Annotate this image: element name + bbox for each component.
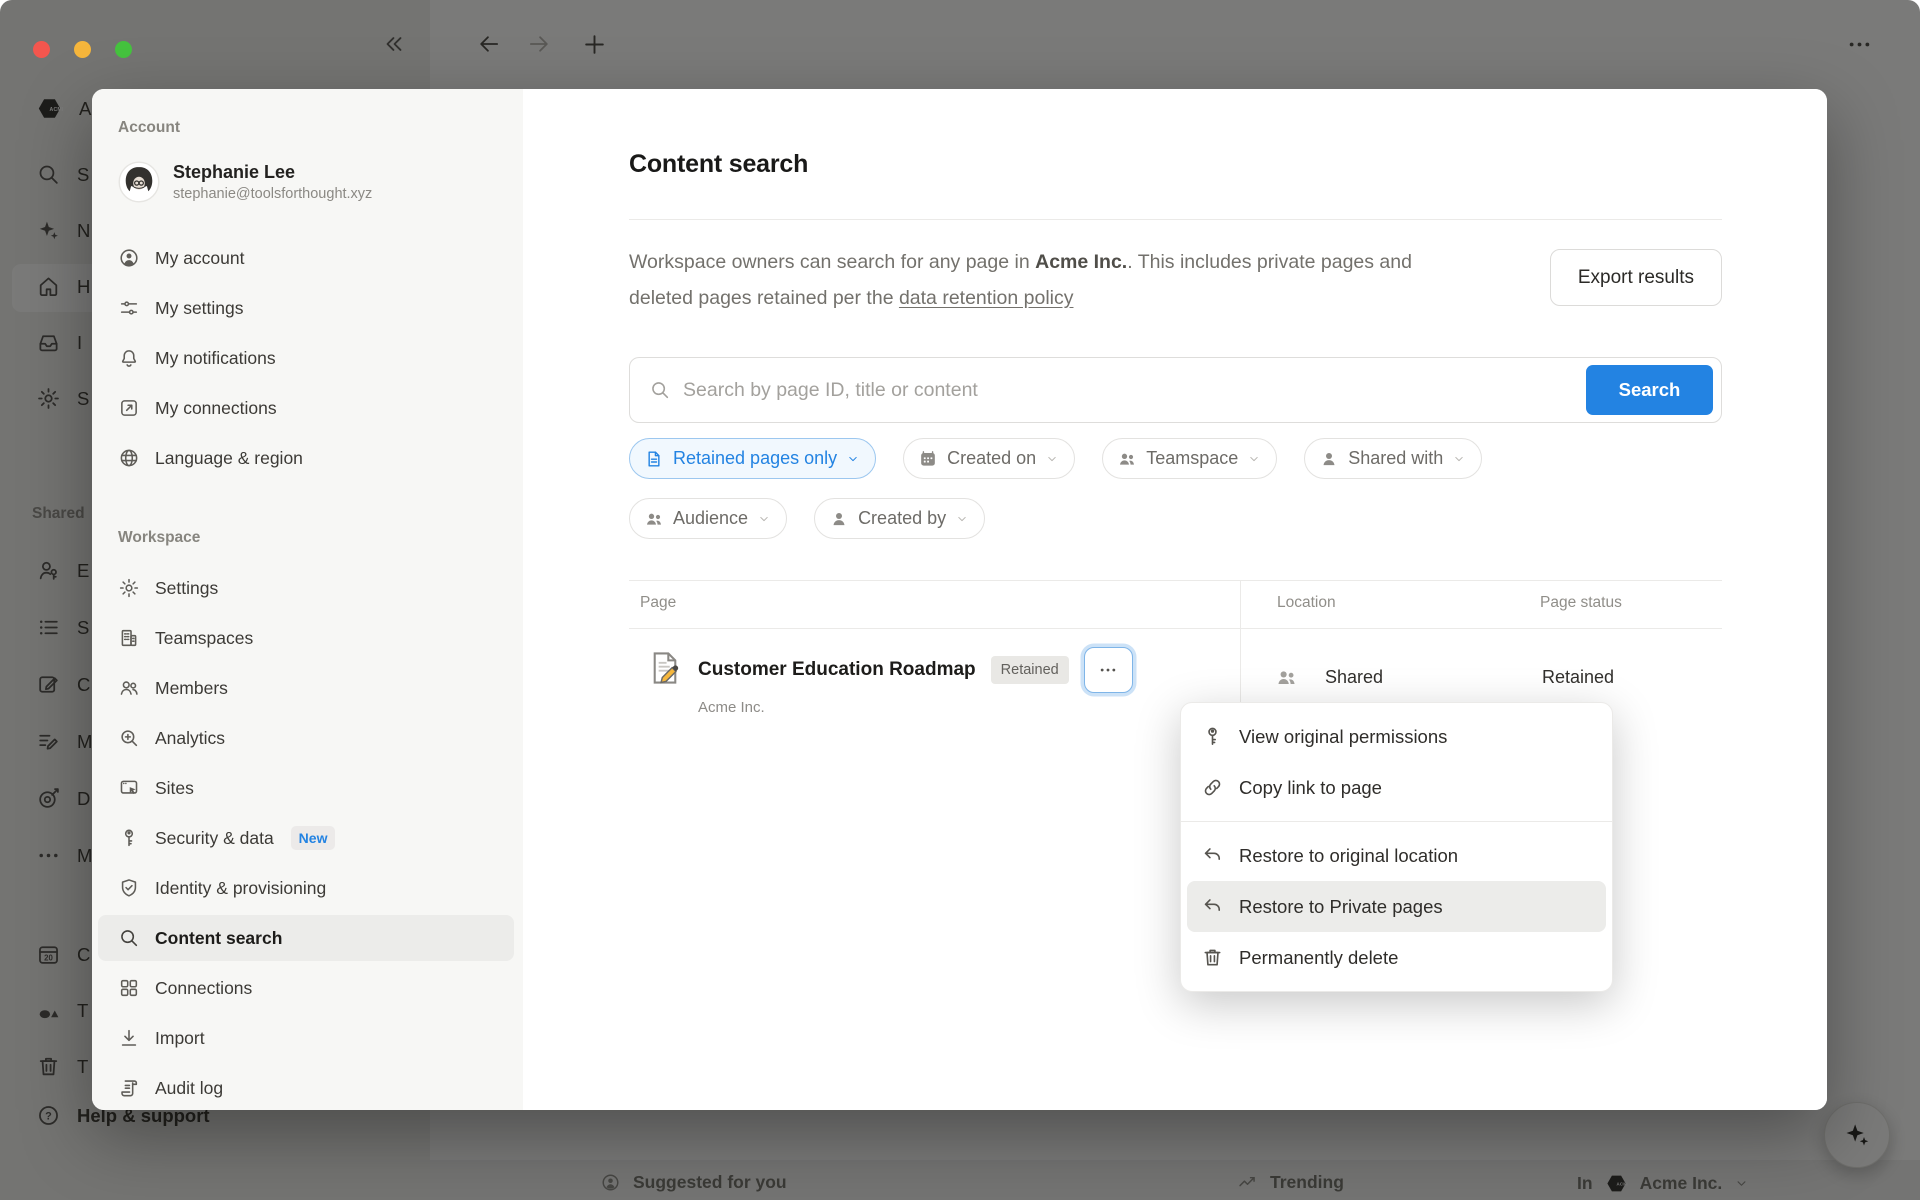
menu-item-permanently-delete[interactable]: Permanently delete — [1187, 932, 1606, 983]
avatar — [118, 161, 160, 203]
table-border — [629, 580, 1722, 581]
chevron-down-icon — [757, 512, 771, 526]
sidebar-item-my-notifications[interactable]: My notifications — [98, 335, 514, 381]
settings-content: Content search Workspace owners can sear… — [523, 89, 1827, 1110]
content-search-bar[interactable]: Search — [629, 357, 1722, 423]
page-row-workspace: Acme Inc. — [698, 699, 1133, 716]
sidebar-item-identity-provisioning[interactable]: Identity & provisioning — [98, 865, 514, 911]
close-window-button[interactable] — [33, 41, 50, 58]
key-icon — [1201, 725, 1224, 748]
minimize-window-button[interactable] — [74, 41, 91, 58]
retained-badge: Retained — [991, 656, 1069, 684]
sidebar-item-connections[interactable]: Connections — [98, 965, 514, 1011]
sidebar-item-audit-log[interactable]: Audit log — [98, 1065, 514, 1110]
undo-arrow-icon — [1201, 844, 1224, 867]
workspace-section-label: Workspace — [118, 529, 200, 547]
sidebar-item-my-account[interactable]: My account — [98, 235, 514, 281]
table-border — [629, 628, 1722, 629]
page-status-cell: Retained — [1542, 657, 1614, 697]
chevron-down-icon — [1452, 452, 1466, 466]
data-retention-policy-link[interactable]: data retention policy — [899, 287, 1074, 309]
key-icon — [118, 827, 140, 849]
page-document-icon — [646, 649, 684, 687]
new-badge: New — [291, 826, 336, 850]
filter-shared-with[interactable]: Shared with — [1304, 438, 1482, 479]
settings-sidebar: Account Stephanie Lee stephanie@toolsfor… — [92, 89, 523, 1110]
scroll-icon — [118, 1077, 140, 1099]
sidebar-item-members[interactable]: Members — [98, 665, 514, 711]
filter-teamspace[interactable]: Teamspace — [1102, 438, 1277, 479]
sidebar-item-my-settings[interactable]: My settings — [98, 285, 514, 331]
menu-divider — [1181, 821, 1612, 822]
user-name: Stephanie Lee — [173, 161, 372, 184]
row-more-actions-button[interactable] — [1084, 647, 1133, 693]
filter-retained-pages-only[interactable]: Retained pages only — [629, 438, 876, 479]
sidebar-item-language-region[interactable]: Language & region — [98, 435, 514, 481]
menu-item-view-original-permissions[interactable]: View original permissions — [1187, 711, 1606, 762]
document-icon — [644, 449, 664, 469]
sidebar-item-import[interactable]: Import — [98, 1015, 514, 1061]
download-icon — [118, 1027, 140, 1049]
menu-item-copy-link-to-page[interactable]: Copy link to page — [1187, 762, 1606, 813]
sidebar-item-content-search[interactable]: Content search — [98, 915, 514, 961]
person-icon — [1319, 449, 1339, 469]
people-icon — [644, 509, 664, 529]
ellipsis-icon — [1098, 660, 1118, 680]
sidebar-item-analytics[interactable]: Analytics — [98, 715, 514, 761]
browser-cursor-icon — [118, 777, 140, 799]
filter-audience[interactable]: Audience — [629, 498, 787, 539]
people-icon — [118, 677, 140, 699]
column-header-page: Page — [640, 594, 676, 612]
search-input[interactable] — [683, 379, 1574, 402]
export-results-button[interactable]: Export results — [1550, 249, 1722, 306]
external-link-icon — [118, 397, 140, 419]
sliders-icon — [118, 297, 140, 319]
people-icon — [1117, 449, 1137, 469]
account-user: Stephanie Lee stephanie@toolsforthought.… — [118, 161, 372, 203]
row-actions-menu: View original permissions Copy link to p… — [1180, 702, 1613, 992]
page-description: Workspace owners can search for any page… — [629, 244, 1479, 316]
user-email: stephanie@toolsforthought.xyz — [173, 186, 372, 202]
column-header-location: Location — [1277, 594, 1336, 612]
chevron-down-icon — [955, 512, 969, 526]
column-header-page-status: Page status — [1540, 594, 1622, 612]
sidebar-item-my-connections[interactable]: My connections — [98, 385, 514, 431]
people-icon — [1275, 666, 1298, 689]
trash-icon — [1201, 946, 1224, 969]
building-icon — [118, 627, 140, 649]
search-button[interactable]: Search — [1586, 365, 1713, 415]
account-section-label: Account — [118, 119, 180, 137]
sidebar-item-settings[interactable]: Settings — [98, 565, 514, 611]
divider — [629, 219, 1722, 220]
table-row[interactable]: Customer Education Roadmap Retained Acme… — [646, 647, 1133, 716]
workspace-name: Acme Inc. — [1035, 251, 1127, 273]
sidebar-item-sites[interactable]: Sites — [98, 765, 514, 811]
filter-created-by[interactable]: Created by — [814, 498, 985, 539]
bell-icon — [118, 347, 140, 369]
sidebar-item-security-data[interactable]: Security & data New — [98, 815, 514, 861]
search-plus-icon — [118, 727, 140, 749]
zoom-window-button[interactable] — [115, 41, 132, 58]
link-icon — [1201, 776, 1224, 799]
menu-item-restore-to-original-location[interactable]: Restore to original location — [1187, 830, 1606, 881]
user-circle-icon — [118, 247, 140, 269]
search-icon — [649, 379, 671, 401]
search-icon — [118, 927, 140, 949]
person-icon — [829, 509, 849, 529]
menu-item-restore-to-private-pages[interactable]: Restore to Private pages — [1187, 881, 1606, 932]
chevron-down-icon — [1247, 452, 1261, 466]
grid-icon — [118, 977, 140, 999]
page-title: Content search — [629, 150, 808, 179]
chevron-down-icon — [846, 452, 860, 466]
chevron-down-icon — [1045, 452, 1059, 466]
calendar-icon — [918, 449, 938, 469]
gear-icon — [118, 577, 140, 599]
globe-icon — [118, 447, 140, 469]
sidebar-item-teamspaces[interactable]: Teamspaces — [98, 615, 514, 661]
undo-arrow-icon — [1201, 895, 1224, 918]
shield-check-icon — [118, 877, 140, 899]
location-cell: Shared — [1275, 657, 1383, 697]
filter-created-on[interactable]: Created on — [903, 438, 1075, 479]
page-row-title[interactable]: Customer Education Roadmap — [698, 659, 976, 681]
